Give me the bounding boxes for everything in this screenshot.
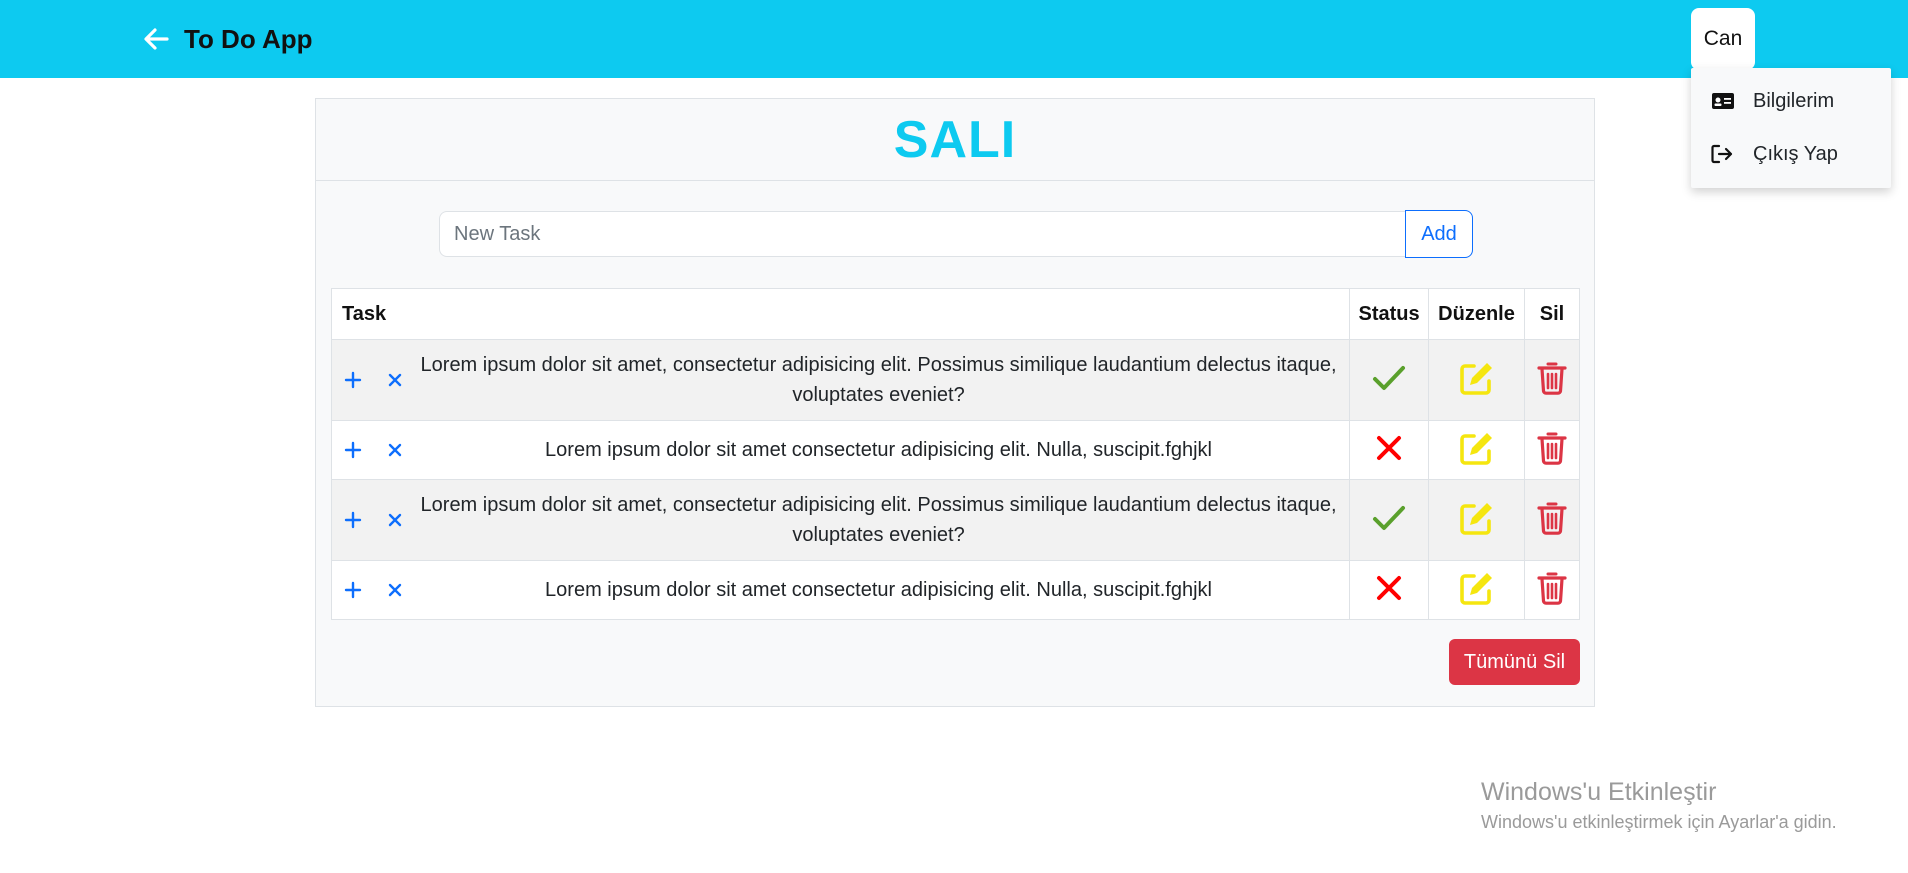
delete-all-button[interactable]: Tümünü Sil <box>1449 639 1580 685</box>
activation-watermark-subtitle: Windows'u etkinleştirmek için Ayarlar'a … <box>1481 812 1837 832</box>
arrow-left-icon <box>144 28 169 50</box>
header-status: Status <box>1349 288 1430 340</box>
navbar: To Do App Can <box>0 0 1908 78</box>
trash-icon[interactable] <box>1537 431 1567 465</box>
task-cell: Lorem ipsum dolor sit amet consectetur a… <box>330 560 1351 620</box>
status-cell <box>1349 479 1430 561</box>
add-task-button[interactable]: Add <box>1405 210 1473 258</box>
status-cell <box>1349 420 1430 480</box>
table-row: Lorem ipsum dolor sit amet, consectetur … <box>330 339 1580 421</box>
header-edit: Düzenle <box>1428 288 1525 340</box>
card-header: SALI <box>316 99 1594 181</box>
user-dropdown-menu: Bilgilerim Çıkış Yap <box>1691 68 1891 188</box>
table-header-row: Task Status Düzenle Sil <box>330 288 1580 340</box>
back-button[interactable] <box>140 24 172 54</box>
menu-item-bilgilerim[interactable]: Bilgilerim <box>1691 75 1891 127</box>
task-text: Lorem ipsum dolor sit amet consectetur a… <box>545 579 1212 601</box>
trash-icon[interactable] <box>1537 361 1567 395</box>
edit-icon[interactable] <box>1459 430 1495 466</box>
edit-cell <box>1428 560 1525 620</box>
checkmark-icon[interactable] <box>1372 504 1406 532</box>
task-cell: Lorem ipsum dolor sit amet consectetur a… <box>330 420 1351 480</box>
plus-icon[interactable] <box>342 439 364 461</box>
menu-item-label: Bilgilerim <box>1753 89 1835 112</box>
edit-cell <box>1428 420 1525 480</box>
close-icon[interactable] <box>384 579 406 601</box>
delete-cell <box>1524 479 1580 561</box>
status-cell <box>1349 560 1430 620</box>
menu-item-logout[interactable]: Çıkış Yap <box>1691 128 1891 180</box>
x-mark-icon[interactable] <box>1376 435 1402 461</box>
table-row: Lorem ipsum dolor sit amet consectetur a… <box>330 420 1580 480</box>
header-task: Task <box>330 288 1351 340</box>
close-icon[interactable] <box>384 369 406 391</box>
task-cell: Lorem ipsum dolor sit amet, consectetur … <box>330 339 1351 421</box>
task-cell: Lorem ipsum dolor sit amet, consectetur … <box>330 479 1351 561</box>
close-icon[interactable] <box>384 509 406 531</box>
id-card-icon <box>1711 90 1737 112</box>
sign-out-icon <box>1711 143 1737 165</box>
table-row: Lorem ipsum dolor sit amet consectetur a… <box>330 560 1580 620</box>
task-text: Lorem ipsum dolor sit amet consectetur a… <box>545 439 1212 461</box>
user-menu-button[interactable]: Can <box>1691 8 1755 70</box>
checkmark-icon[interactable] <box>1372 364 1406 392</box>
status-cell <box>1349 339 1430 421</box>
delete-cell <box>1524 420 1580 480</box>
x-mark-icon[interactable] <box>1376 575 1402 601</box>
delete-cell <box>1524 339 1580 421</box>
edit-cell <box>1428 339 1525 421</box>
plus-icon[interactable] <box>342 579 364 601</box>
close-icon[interactable] <box>384 439 406 461</box>
delete-cell <box>1524 560 1580 620</box>
table-row: Lorem ipsum dolor sit amet, consectetur … <box>330 479 1580 561</box>
activation-watermark-title: Windows'u Etkinleştir <box>1481 778 1717 806</box>
day-card: SALI Add Task Status Düzenle Sil Lorem i… <box>315 98 1595 707</box>
edit-cell <box>1428 479 1525 561</box>
trash-icon[interactable] <box>1537 501 1567 535</box>
plus-icon[interactable] <box>342 509 364 531</box>
menu-item-label: Çıkış Yap <box>1753 142 1838 165</box>
header-delete: Sil <box>1524 288 1580 340</box>
task-table: Task Status Düzenle Sil Lorem ipsum dolo… <box>330 288 1580 620</box>
app-title: To Do App <box>184 24 313 54</box>
edit-icon[interactable] <box>1459 570 1495 606</box>
new-task-input[interactable] <box>439 211 1405 257</box>
day-title: SALI <box>893 110 1017 169</box>
edit-icon[interactable] <box>1459 360 1495 396</box>
edit-icon[interactable] <box>1459 500 1495 536</box>
task-text: Lorem ipsum dolor sit amet, consectetur … <box>420 354 1337 406</box>
plus-icon[interactable] <box>342 369 364 391</box>
task-text: Lorem ipsum dolor sit amet, consectetur … <box>420 494 1337 546</box>
trash-icon[interactable] <box>1537 571 1567 605</box>
